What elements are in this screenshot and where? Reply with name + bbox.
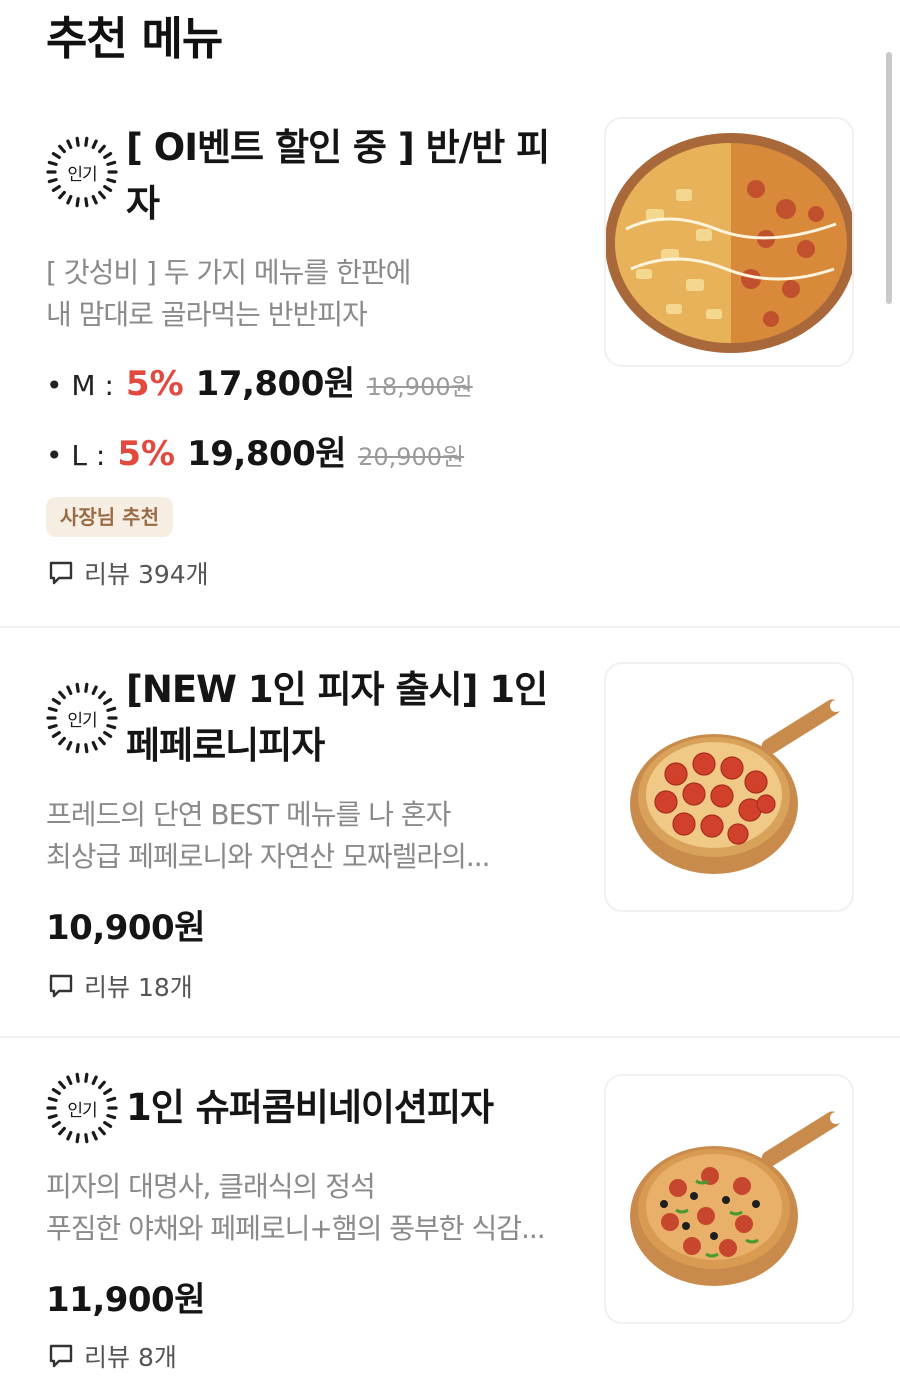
item-thumbnail[interactable] — [604, 662, 854, 912]
popular-badge-label: 인기 — [67, 164, 97, 185]
menu-item-half-half-pizza[interactable]: 인기 [ OI벤트 할인 중 ] 반/반 피자 [ 갓성비 ] 두 가지 메뉴를… — [0, 0, 900, 626]
popular-badge-label: 인기 — [67, 710, 97, 731]
review-count-value: 18개 — [137, 973, 193, 1002]
review-count[interactable]: 리뷰 18개 — [48, 968, 193, 1004]
item-description-line: 최상급 페페로니와 자연산 모짜렐라의... — [46, 840, 491, 873]
menu-page: 추천 메뉴 인기 [ OI벤트 할인 중 ] 반/반 피자 [ 갓성비 ] 두 … — [0, 0, 900, 1382]
sale-price: 17,800원 — [195, 364, 355, 404]
item-description: 프레드의 단연 BEST 메뉴를 나 혼자 최상급 페페로니와 자연산 모짜렐라… — [46, 794, 586, 878]
item-name[interactable]: [ OI벤트 할인 중 ] 반/반 피자 — [126, 120, 576, 232]
review-label: 리뷰 — [84, 973, 131, 1002]
item-description-line: 푸짐한 야채와 페페로니+햄의 풍부한 식감... — [46, 1212, 546, 1245]
item-description: 피자의 대명사, 클래식의 정석 푸짐한 야채와 페페로니+햄의 풍부한 식감.… — [46, 1166, 586, 1250]
original-price: 20,900원 — [358, 443, 465, 471]
pepperoni-pizza-image — [630, 699, 842, 874]
item-price: 11,900원 — [46, 1280, 205, 1320]
speech-bubble-icon — [49, 974, 73, 998]
menu-item-pepperoni-pizza[interactable]: 인기 [NEW 1인 피자 출시] 1인 페페로니피자 프레드의 단연 BEST… — [0, 628, 900, 1038]
original-price: 18,900원 — [366, 373, 473, 401]
discount-rate: 5% — [125, 364, 184, 404]
speech-bubble-icon — [49, 1344, 73, 1368]
item-description-line: 프레드의 단연 BEST 메뉴를 나 혼자 — [46, 798, 451, 831]
item-description-line: 피자의 대명사, 클래식의 정석 — [46, 1170, 376, 1203]
speech-bubble-icon — [49, 561, 73, 585]
item-price: 10,900원 — [46, 908, 205, 948]
popular-badge: 인기 — [46, 1072, 118, 1144]
owner-recommend-tag: 사장님 추천 — [46, 497, 173, 537]
price-option-l: • L : 5% 19,800원 20,900원 — [46, 426, 464, 475]
item-name[interactable]: [NEW 1인 피자 출시] 1인 페페로니피자 — [126, 662, 576, 774]
menu-item-super-combination-pizza[interactable]: 인기 1인 슈퍼콤비네이션피자 피자의 대명사, 클래식의 정석 푸짐한 야채와… — [0, 1038, 900, 1382]
review-count-value: 8개 — [137, 1343, 177, 1372]
item-name[interactable]: 1인 슈퍼콤비네이션피자 — [126, 1080, 576, 1136]
review-count[interactable]: 리뷰 8개 — [48, 1338, 177, 1374]
item-description: [ 갓성비 ] 두 가지 메뉴를 한판에 내 맘대로 골라먹는 반반피자 — [46, 252, 586, 336]
price-option-m: • M : 5% 17,800원 18,900원 — [46, 356, 473, 405]
review-label: 리뷰 — [84, 560, 131, 589]
review-count-value: 394개 — [137, 560, 209, 589]
half-half-pizza-image — [606, 133, 852, 353]
size-label: • L : — [46, 439, 106, 472]
sale-price: 19,800원 — [187, 434, 347, 474]
item-description-line: [ 갓성비 ] 두 가지 메뉴를 한판에 — [46, 256, 411, 289]
item-thumbnail[interactable] — [604, 117, 854, 367]
discount-rate: 5% — [117, 434, 176, 474]
item-thumbnail[interactable] — [604, 1074, 854, 1324]
item-description-line: 내 맘대로 골라먹는 반반피자 — [46, 298, 368, 331]
popular-badge-label: 인기 — [67, 1100, 97, 1121]
popular-badge: 인기 — [46, 136, 118, 208]
review-count[interactable]: 리뷰 394개 — [48, 555, 209, 591]
review-label: 리뷰 — [84, 1343, 131, 1372]
combination-pizza-image — [630, 1111, 842, 1286]
size-label: • M : — [46, 369, 114, 402]
popular-badge: 인기 — [46, 682, 118, 754]
